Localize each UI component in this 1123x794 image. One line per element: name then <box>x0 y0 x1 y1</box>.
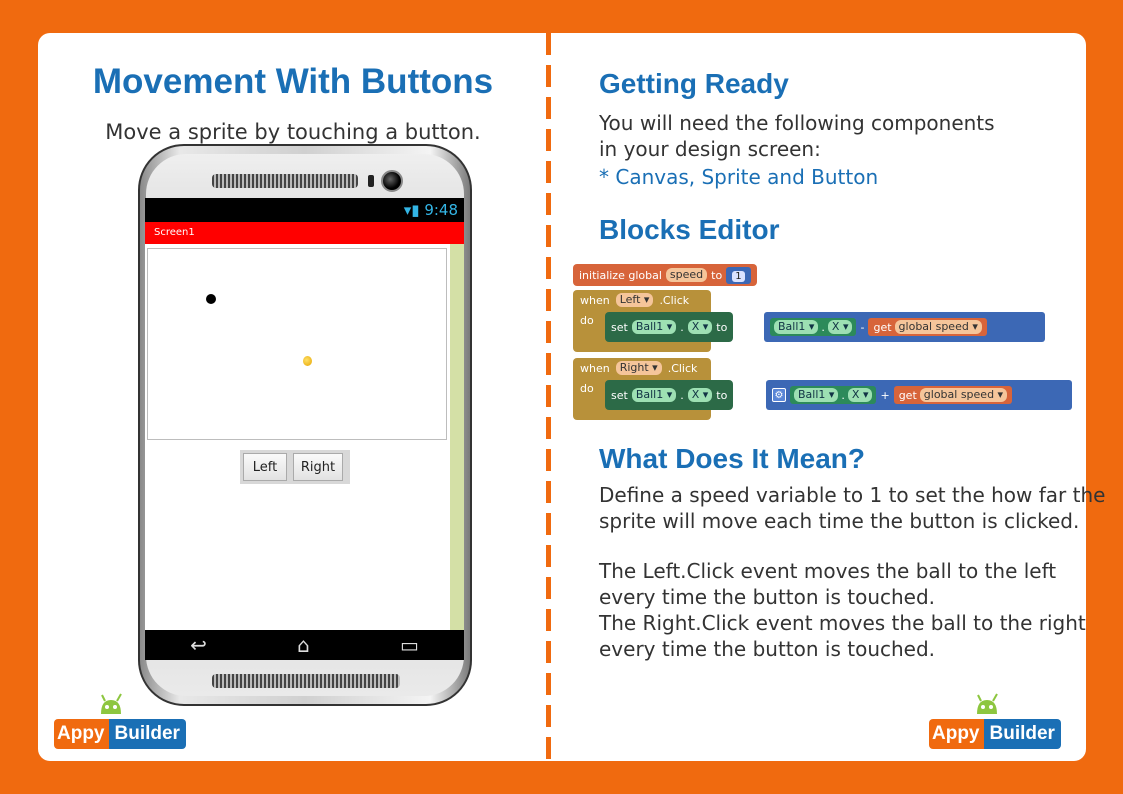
appybuilder-logo-right: Appy Builder <box>929 715 1061 749</box>
getting-ready-text: You will need the following components i… <box>599 111 995 161</box>
meaning-paragraph-1: Define a speed variable to 1 to set the … <box>599 483 1106 533</box>
status-bar: ▾▮ 9:48 <box>145 198 464 222</box>
screen-edge <box>450 244 464 630</box>
blocks-editor-heading: Blocks Editor <box>599 214 780 245</box>
back-icon[interactable]: ↩ <box>190 633 207 657</box>
set-ball-x-block-right[interactable]: set Ball1 ▾ . X ▾ to <box>605 380 734 410</box>
ball-sprite <box>206 294 216 304</box>
camera-icon <box>381 170 403 192</box>
components-list: * Canvas, Sprite and Button <box>599 165 879 189</box>
left-button[interactable]: Left <box>243 453 287 481</box>
android-icon <box>977 693 998 714</box>
init-global-block[interactable]: initialize global speed to 1 <box>573 264 757 286</box>
recents-icon[interactable]: ▭ <box>400 633 419 657</box>
set-ball-x-block-left[interactable]: set Ball1 ▾ . X ▾ to <box>605 312 734 342</box>
page-subtitle: Move a sprite by touching a button. <box>105 120 481 144</box>
screen-title: Screen1 <box>145 222 464 244</box>
speaker-grille <box>212 174 358 188</box>
right-button[interactable]: Right <box>293 453 343 481</box>
status-time: 9:48 <box>424 201 458 219</box>
image-sprite <box>303 356 312 366</box>
button-row: Left Right <box>240 450 350 484</box>
meaning-heading: What Does It Mean? <box>599 443 866 474</box>
nav-bar: ↩ ⌂ ▭ <box>145 630 464 660</box>
page-title: Movement With Buttons <box>92 62 494 101</box>
signal-icon: ▾▮ <box>403 201 420 219</box>
add-expression[interactable]: ⚙ Ball1 ▾. X ▾ + get global speed ▾ <box>766 380 1072 410</box>
getting-ready-heading: Getting Ready <box>599 68 789 99</box>
bottom-speaker-grille <box>212 674 400 688</box>
android-icon <box>101 693 122 714</box>
gear-icon[interactable]: ⚙ <box>772 388 786 402</box>
subtract-expression[interactable]: Ball1 ▾. X ▾ - get global speed ▾ <box>764 312 1045 342</box>
home-icon[interactable]: ⌂ <box>297 633 310 657</box>
appybuilder-logo-left: Appy Builder <box>54 715 186 749</box>
phone-screen: ▾▮ 9:48 Screen1 Left Right ↩ ⌂ ▭ <box>145 198 464 660</box>
canvas[interactable] <box>147 248 447 440</box>
app-body: Left Right <box>145 244 450 630</box>
sensor-dot <box>368 175 374 187</box>
meaning-paragraph-2: The Left.Click event moves the ball to t… <box>599 559 1086 661</box>
